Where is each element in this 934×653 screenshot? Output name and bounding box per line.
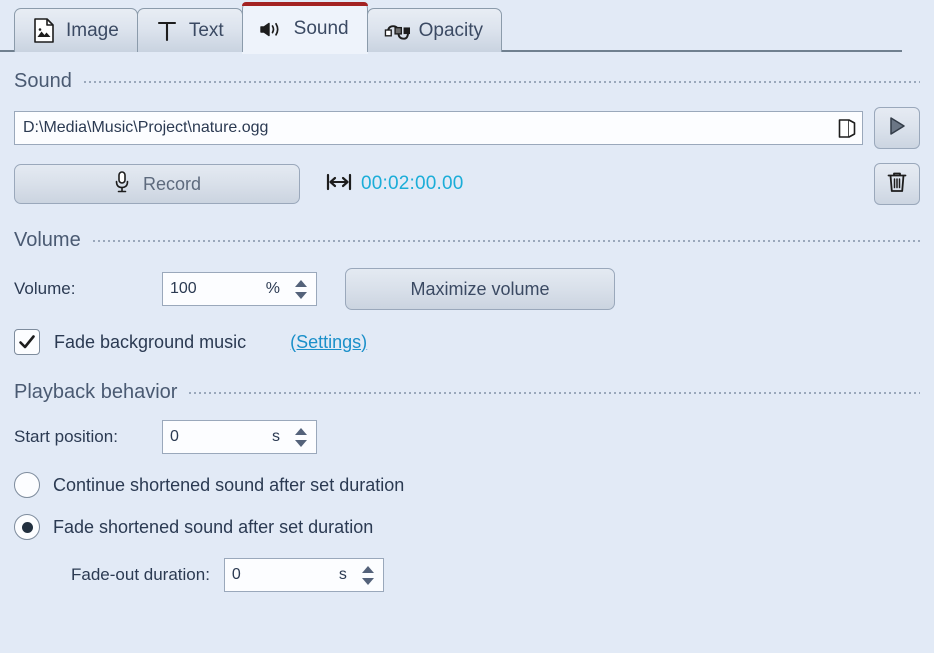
delete-sound-button[interactable] xyxy=(874,163,920,205)
image-file-icon xyxy=(31,18,57,44)
fade-out-duration-unit: s xyxy=(339,566,357,584)
volume-spinner-arrows[interactable] xyxy=(290,273,316,305)
tab-opacity[interactable]: Opacity xyxy=(367,8,502,52)
playback-section-rule xyxy=(189,392,920,394)
playback-section-title: Playback behavior xyxy=(14,381,177,404)
opacity-curve-icon xyxy=(384,18,410,44)
fade-out-duration-spinner[interactable]: 0 s xyxy=(224,558,384,592)
start-position-spinner[interactable]: 0 s xyxy=(162,420,317,454)
record-button-label: Record xyxy=(143,174,201,195)
fade-settings-link[interactable]: (Settings) xyxy=(290,332,367,353)
speaker-wave-icon xyxy=(259,16,285,42)
option-continue-radio[interactable] xyxy=(14,472,40,498)
tab-bar: Image Text Sound xyxy=(0,0,934,52)
fade-out-duration-value: 0 xyxy=(225,566,339,584)
start-position-row: Start position: 0 s xyxy=(14,420,920,454)
chevron-down-icon[interactable] xyxy=(362,578,374,585)
folder-open-icon[interactable] xyxy=(832,112,862,144)
playback-section-header: Playback behavior xyxy=(14,381,920,404)
chevron-up-icon[interactable] xyxy=(295,428,307,435)
volume-label: Volume: xyxy=(14,279,162,299)
start-position-spinner-arrows[interactable] xyxy=(290,421,316,453)
checkmark-icon xyxy=(17,332,37,352)
fade-background-music-label: Fade background music xyxy=(54,332,246,353)
sound-duration: 00:02:00.00 xyxy=(326,172,464,196)
volume-section-title: Volume xyxy=(14,229,81,252)
volume-section-header: Volume xyxy=(14,229,920,252)
option-fade-label: Fade shortened sound after set duration xyxy=(53,517,373,538)
volume-spinner[interactable]: 100 % xyxy=(162,272,317,306)
sound-section-title: Sound xyxy=(14,70,72,93)
maximize-volume-button[interactable]: Maximize volume xyxy=(345,268,615,310)
duration-span-icon xyxy=(326,172,352,196)
sound-file-path-text: D:\Media\Music\Project\nature.ogg xyxy=(15,119,832,137)
tab-text-label: Text xyxy=(189,20,224,42)
tab-opacity-label: Opacity xyxy=(419,20,483,42)
chevron-up-icon[interactable] xyxy=(362,566,374,573)
chevron-down-icon[interactable] xyxy=(295,440,307,447)
play-triangle-icon xyxy=(885,114,909,142)
option-fade-radio[interactable] xyxy=(14,514,40,540)
record-button[interactable]: Record xyxy=(14,164,300,204)
tab-image[interactable]: Image xyxy=(14,8,138,52)
play-sound-button[interactable] xyxy=(874,107,920,149)
text-t-icon xyxy=(154,18,180,44)
microphone-icon xyxy=(113,170,131,198)
tab-sound[interactable]: Sound xyxy=(242,2,368,52)
sound-file-field[interactable]: D:\Media\Music\Project\nature.ogg xyxy=(14,111,863,145)
option-fade-row[interactable]: Fade shortened sound after set duration xyxy=(14,514,920,540)
sound-file-row: D:\Media\Music\Project\nature.ogg xyxy=(14,107,920,149)
sound-section-rule xyxy=(84,81,920,83)
start-position-label: Start position: xyxy=(14,427,162,447)
fade-out-duration-row: Fade-out duration: 0 s xyxy=(14,558,920,592)
volume-spinner-value: 100 xyxy=(163,280,266,298)
tab-list: Image Text Sound xyxy=(14,0,934,52)
fade-background-music-row: Fade background music (Settings) xyxy=(14,329,920,355)
fade-out-duration-arrows[interactable] xyxy=(357,559,383,591)
start-position-spinner-value: 0 xyxy=(163,428,272,446)
option-continue-row[interactable]: Continue shortened sound after set durat… xyxy=(14,472,920,498)
option-continue-label: Continue shortened sound after set durat… xyxy=(53,475,404,496)
radio-selected-dot xyxy=(22,522,33,533)
volume-row: Volume: 100 % Maximize volume xyxy=(14,268,920,310)
fade-out-duration-label: Fade-out duration: xyxy=(71,565,210,585)
volume-spinner-unit: % xyxy=(266,280,290,298)
tab-sound-label: Sound xyxy=(294,18,349,40)
start-position-spinner-unit: s xyxy=(272,428,290,446)
sound-duration-value: 00:02:00.00 xyxy=(361,173,464,195)
tab-image-label: Image xyxy=(66,20,119,42)
trash-can-icon xyxy=(886,170,908,198)
chevron-up-icon[interactable] xyxy=(295,280,307,287)
sound-section-header: Sound xyxy=(14,70,920,93)
maximize-volume-label: Maximize volume xyxy=(410,279,549,300)
chevron-down-icon[interactable] xyxy=(295,292,307,299)
volume-section-rule xyxy=(93,240,920,242)
panel-content: Sound D:\Media\Music\Project\nature.ogg xyxy=(0,70,934,592)
tab-text[interactable]: Text xyxy=(137,8,243,52)
record-row: Record 00:02:00.00 xyxy=(14,163,920,205)
fade-background-music-checkbox[interactable] xyxy=(14,329,40,355)
